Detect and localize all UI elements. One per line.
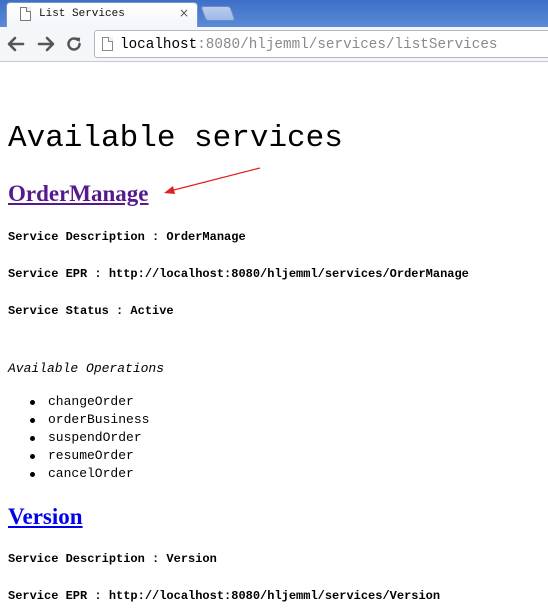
service-link-version[interactable]: Version: [8, 504, 83, 530]
page-title: Available services: [8, 121, 343, 156]
url-host: localhost: [120, 37, 198, 53]
service-description: Service Description : OrderManage: [8, 230, 246, 244]
bullet-icon: [30, 436, 35, 441]
operation-name: orderBusiness: [48, 412, 150, 427]
new-tab-button[interactable]: [200, 6, 236, 21]
list-item: resumeOrder: [30, 447, 149, 465]
bullet-icon: [30, 472, 35, 477]
back-button[interactable]: [6, 34, 26, 54]
page-icon: [102, 37, 113, 51]
bullet-icon: [30, 454, 35, 459]
list-item: suspendOrder: [30, 429, 149, 447]
tab-strip: List Services ×: [0, 0, 548, 27]
operation-name: suspendOrder: [48, 430, 142, 445]
operation-name: changeOrder: [48, 394, 134, 409]
operation-name: resumeOrder: [48, 448, 134, 463]
annotation-arrow-icon: [164, 167, 261, 194]
reload-button[interactable]: [64, 34, 84, 54]
forward-button[interactable]: [36, 34, 56, 54]
service-epr: Service EPR : http://localhost:8080/hlje…: [8, 267, 469, 281]
bullet-icon: [30, 418, 35, 423]
list-item: cancelOrder: [30, 465, 149, 483]
page-icon: [20, 7, 31, 21]
service-status: Service Status : Active: [8, 304, 174, 318]
close-icon[interactable]: ×: [179, 6, 189, 20]
url-text[interactable]: localhost:8080/hljemml/services/listServ…: [120, 37, 498, 53]
list-item: orderBusiness: [30, 411, 149, 429]
operations-heading: Available Operations: [8, 361, 165, 376]
back-arrow-icon: [7, 36, 25, 52]
operation-name: cancelOrder: [48, 466, 134, 481]
address-bar[interactable]: localhost:8080/hljemml/services/listServ…: [94, 30, 548, 58]
bullet-icon: [30, 400, 35, 405]
url-path: :8080/hljemml/services/listServices: [197, 37, 498, 53]
tab-list-services[interactable]: List Services ×: [6, 2, 198, 27]
tab-title: List Services: [39, 8, 125, 20]
browser-toolbar: localhost:8080/hljemml/services/listServ…: [0, 27, 548, 62]
service-description: Service Description : Version: [8, 552, 217, 566]
service-epr: Service EPR : http://localhost:8080/hlje…: [8, 589, 441, 603]
forward-arrow-icon: [37, 36, 55, 52]
list-item: changeOrder: [30, 393, 149, 411]
service-link-ordermanage[interactable]: OrderManage: [8, 181, 149, 207]
reload-icon: [67, 37, 81, 51]
operations-list: changeOrder orderBusiness suspendOrder r…: [30, 393, 149, 483]
